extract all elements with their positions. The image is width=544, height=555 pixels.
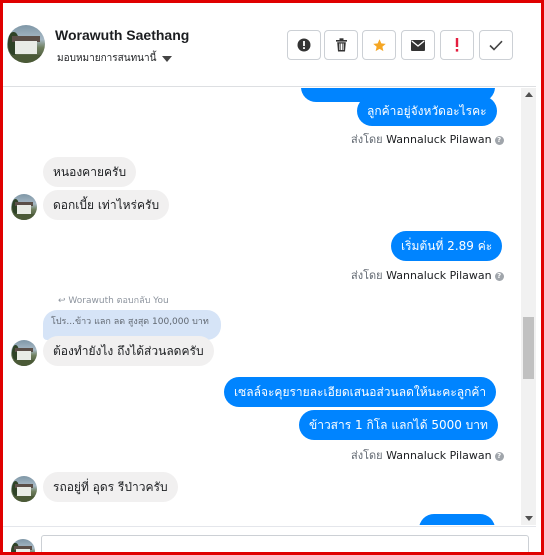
sent-by-label: ส่งโดย Wannaluck Pilawan? [351, 446, 504, 464]
mark-done-button[interactable] [479, 30, 513, 60]
contact-name[interactable]: Worawuth Saethang [55, 27, 189, 43]
scroll-thumb[interactable] [523, 317, 534, 379]
sent-by-prefix: ส่งโดย [351, 133, 383, 146]
flag-button[interactable] [440, 30, 474, 60]
message-bubble-outgoing: เซลล์จะคุยรายละเอียดเสนอส่วนลดให้นะคะลูก… [224, 377, 497, 407]
message-list[interactable]: ลูกค้าอยู่จังหวัดอะไรคะ ส่งโดย Wannaluck… [3, 88, 521, 525]
sender-name: Wannaluck Pilawan [386, 269, 492, 282]
info-icon[interactable]: ? [494, 271, 504, 281]
delete-button[interactable] [324, 30, 358, 60]
message-input[interactable] [41, 535, 529, 555]
sent-by-label: ส่งโดย Wannaluck Pilawan? [351, 130, 504, 148]
star-button[interactable] [362, 30, 396, 60]
info-icon[interactable]: ? [494, 451, 504, 461]
message-bubble-outgoing: ข้าวสาร 1 กิโล แลกได้ 5000 บาท [299, 410, 498, 440]
composer-area [3, 526, 536, 555]
sender-name: Wannaluck Pilawan [386, 449, 492, 462]
contact-avatar-small [11, 340, 37, 366]
message-bubble-outgoing: เริ่มต้นที่ 2.89 ค่ะ [391, 231, 503, 261]
agent-avatar [11, 539, 35, 555]
sender-name: Wannaluck Pilawan [386, 133, 492, 146]
reply-meta-text: Worawuth ตอบกลับ You [68, 296, 169, 306]
sent-by-prefix: ส่งโดย [351, 269, 383, 282]
reply-meta: ↩ Worawuth ตอบกลับ You [58, 296, 169, 306]
conversation-header: Worawuth Saethang มอบหมายการสนทนานี้ [3, 3, 536, 87]
star-icon [372, 38, 386, 51]
trash-icon [335, 38, 347, 52]
message-bubble-incoming: หนองคายครับ [43, 157, 137, 187]
contact-avatar-small [11, 194, 37, 220]
message-bubble-incoming: ต้องทำยังไง ถึงได้ส่วนลดครับ [43, 336, 214, 366]
contact-avatar[interactable] [7, 25, 45, 63]
message-bubble-outgoing-partial [419, 514, 495, 525]
exclamation-circle-icon [297, 38, 311, 52]
message-bubble-incoming: ดอกเบี้ย เท่าไหร่ครับ [43, 190, 170, 220]
scroll-down-arrow-icon[interactable] [525, 516, 533, 521]
message-bubble-incoming: รถอยู่ที่ อุดร รีป่าวครับ [43, 472, 178, 502]
message-list-scrollbar[interactable] [521, 88, 536, 525]
assign-label: มอบหมายการสนทนานี้ [57, 53, 157, 64]
checkmark-icon [489, 40, 503, 51]
message-bubble-outgoing: ลูกค้าอยู่จังหวัดอะไรคะ [357, 96, 497, 126]
red-exclamation-icon [455, 38, 459, 52]
contact-avatar-small [11, 476, 37, 502]
mark-unread-button[interactable] [401, 30, 435, 60]
assign-conversation-dropdown[interactable]: มอบหมายการสนทนานี้ [57, 51, 173, 66]
info-icon[interactable]: ? [494, 135, 504, 145]
mark-spam-button[interactable] [287, 30, 321, 60]
sent-by-prefix: ส่งโดย [351, 449, 383, 462]
scroll-up-arrow-icon[interactable] [525, 92, 533, 97]
sent-by-label: ส่งโดย Wannaluck Pilawan? [351, 266, 504, 284]
chevron-down-icon [162, 55, 173, 62]
envelope-icon [411, 39, 425, 51]
